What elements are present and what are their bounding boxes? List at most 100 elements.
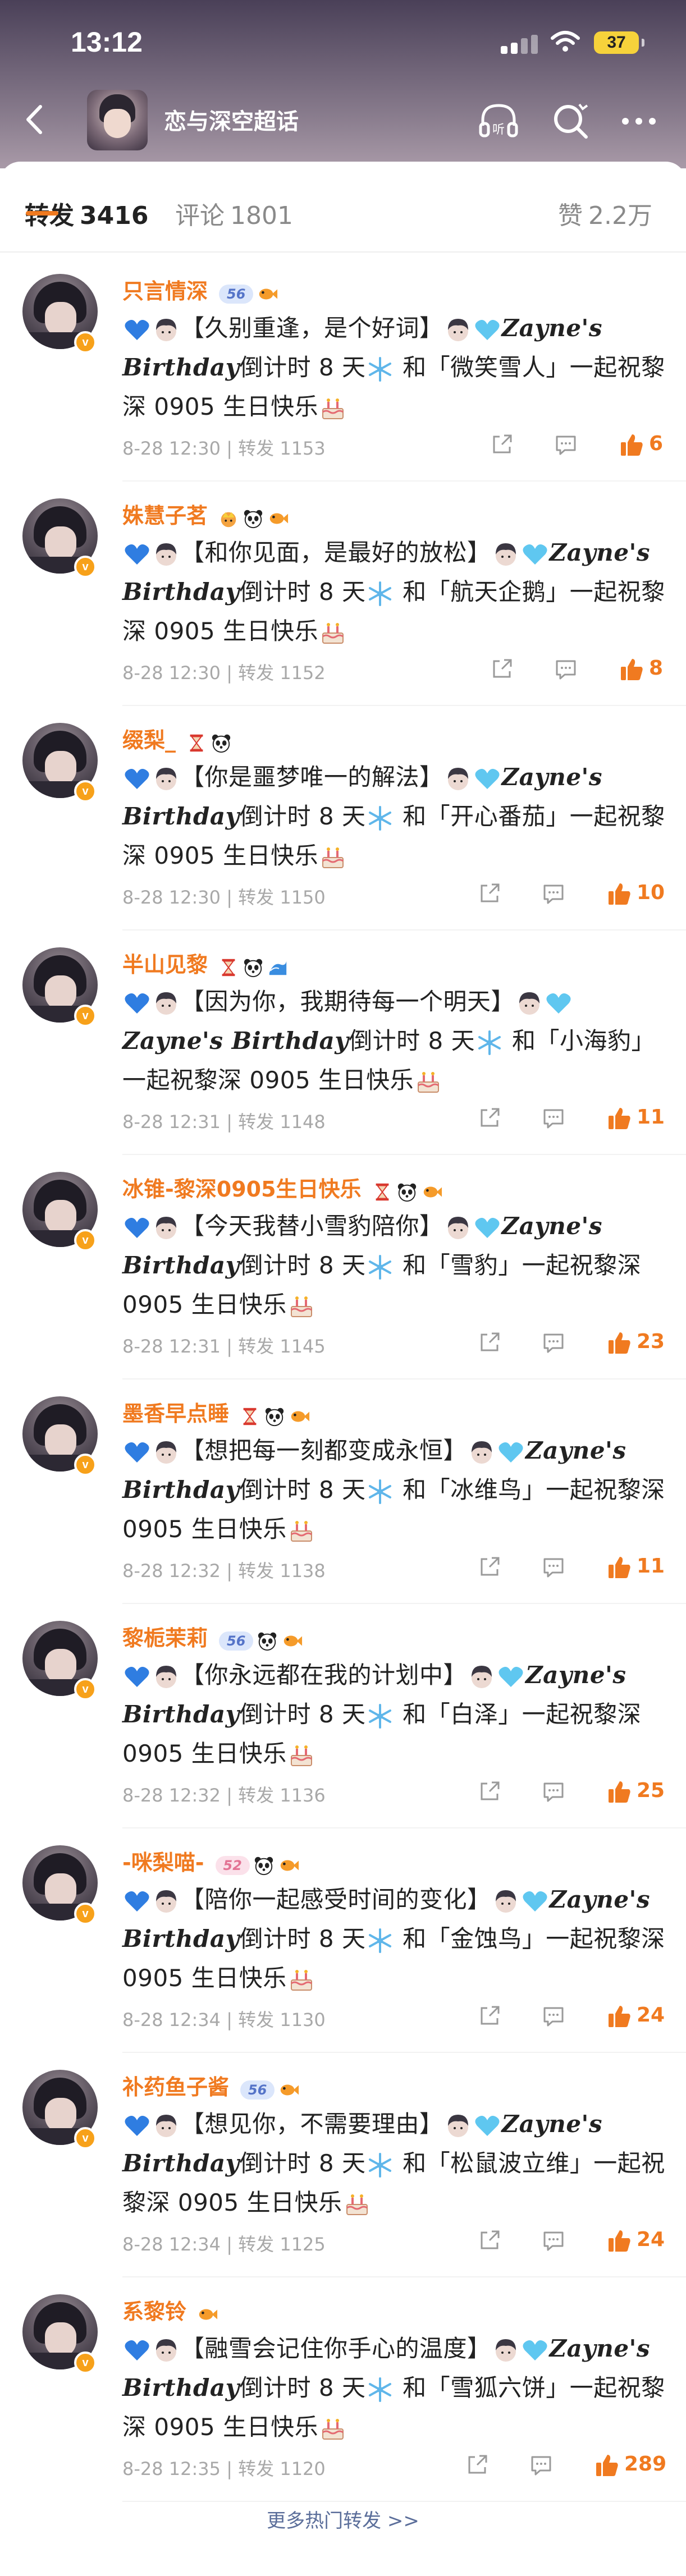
repost-item[interactable]: v 系黎铃 【融雪会记住你手心的温度】 Zayne's Birthday倒计时 8 天… — [0, 2277, 686, 2502]
repost-count: 1145 — [280, 1336, 326, 1357]
repost-item[interactable]: v 冰锥-黎深0905生日快乐 【今天我替小雪豹陪你】 Zayne's Birthda… — [0, 1155, 686, 1379]
like-icon[interactable] — [606, 2228, 632, 2254]
post-meta: 8-28 12:32 | 转发 1138 — [122, 1557, 326, 1583]
meta-space — [274, 887, 280, 908]
text-segment: 【因为你，我期待每一个明天】 — [181, 988, 515, 1015]
like-icon[interactable] — [606, 2004, 632, 2029]
username[interactable]: 只言情深 56 — [122, 274, 278, 305]
comment-icon[interactable] — [554, 657, 578, 681]
username-text[interactable]: 墨香早点睡 — [122, 1401, 229, 1426]
username[interactable]: 系黎铃 — [122, 2294, 218, 2326]
username-text[interactable]: 补药鱼子酱 — [122, 2075, 229, 2100]
repost-item[interactable]: v 缀梨_ 【你是噩梦唯一的解法】 Zayne's Birthday倒计时 8 天 和… — [0, 706, 686, 931]
navbar: 恋与深空超话 听 — [0, 84, 686, 157]
share-icon[interactable] — [477, 1779, 502, 1804]
share-icon[interactable] — [477, 2004, 502, 2028]
like-count[interactable]: 11 — [637, 1555, 665, 1578]
share-icon[interactable] — [490, 432, 514, 457]
username-text[interactable]: 半山见黎 — [122, 952, 208, 977]
like-count[interactable]: 8 — [649, 657, 663, 680]
tab-comments[interactable]: 评论 1801 — [175, 195, 293, 231]
username[interactable]: 墨香早点睡 — [122, 1396, 310, 1428]
listen-icon[interactable]: 听 — [476, 99, 521, 144]
comment-icon[interactable] — [541, 1106, 566, 1130]
like-icon[interactable] — [594, 2453, 620, 2478]
snowflake-icon — [365, 1252, 395, 1280]
like-count[interactable]: 24 — [637, 2228, 665, 2251]
post-meta: 8-28 12:32 | 转发 1136 — [122, 1781, 326, 1807]
like-count[interactable]: 24 — [637, 2004, 665, 2027]
panda-icon — [257, 1630, 278, 1652]
like-icon[interactable] — [606, 1555, 632, 1580]
username[interactable]: 缀梨_ — [122, 723, 232, 754]
share-icon[interactable] — [477, 881, 502, 906]
forum-avatar[interactable] — [87, 90, 148, 150]
share-icon[interactable] — [477, 1106, 502, 1130]
repost-item[interactable]: v 只言情深 56 【久别重逢，是个好词】 Zayne's Birthday倒计时 8 … — [0, 257, 686, 482]
more-icon[interactable] — [616, 99, 661, 144]
username-text[interactable]: 系黎铃 — [122, 2299, 186, 2324]
comment-icon[interactable] — [541, 2004, 566, 2028]
panda-icon — [243, 508, 264, 529]
user-badges — [236, 1403, 310, 1428]
comment-icon[interactable] — [541, 1330, 566, 1355]
like-count[interactable]: 6 — [649, 432, 663, 455]
share-icon[interactable] — [477, 1330, 502, 1355]
heart-icon — [544, 988, 573, 1015]
share-icon[interactable] — [477, 2228, 502, 2253]
search-icon[interactable] — [548, 99, 593, 144]
share-icon[interactable] — [477, 1555, 502, 1579]
like-icon[interactable] — [619, 657, 644, 682]
like-count[interactable]: 11 — [637, 1106, 665, 1129]
like-count[interactable]: 25 — [637, 1779, 665, 1802]
comment-icon[interactable] — [541, 2228, 566, 2253]
user-badges: 52 — [211, 1852, 299, 1877]
repost-item[interactable]: v 补药鱼子酱 56 【想见你，不需要理由】 Zayne's Birthday倒计时 8… — [0, 2053, 686, 2277]
username-text[interactable]: 冰锥-黎深0905生日快乐 — [122, 1177, 362, 1202]
back-arrow-icon[interactable] — [16, 100, 55, 139]
comment-icon[interactable] — [541, 881, 566, 906]
like-icon[interactable] — [606, 1106, 632, 1131]
username[interactable]: 半山见黎 — [122, 947, 289, 979]
forum-title[interactable]: 恋与深空超话 — [164, 103, 299, 136]
user-badges: 56 — [214, 1628, 303, 1652]
username-text[interactable]: 只言情深 — [122, 279, 208, 304]
comment-icon[interactable] — [541, 1779, 566, 1804]
tab-likes[interactable]: 赞 2.2万 — [558, 195, 652, 231]
like-count[interactable]: 23 — [637, 1330, 665, 1353]
like-count[interactable]: 289 — [624, 2453, 666, 2476]
username-text[interactable]: -咪梨喵- — [122, 1850, 204, 1875]
repost-item[interactable]: v 黎栀茉莉 56 【你永远都在我的计划中】 Zayne's Birthday倒计时 8… — [0, 1604, 686, 1828]
like-icon[interactable] — [606, 1779, 632, 1805]
repost-item[interactable]: v 姝慧子茗 【和你见面，是最好的放松】 Zayne's Birthday倒计时 8 … — [0, 482, 686, 706]
username-text[interactable]: 姝慧子茗 — [122, 503, 208, 528]
username-text[interactable]: 缀梨_ — [122, 728, 176, 753]
share-icon[interactable] — [490, 657, 514, 681]
like-icon[interactable] — [606, 881, 632, 907]
username[interactable]: 黎栀茉莉 56 — [122, 1621, 303, 1652]
repost-item[interactable]: v 墨香早点睡 【想把每一刻都变成永恒】 Zayne's Birthday倒计时 8 … — [0, 1379, 686, 1604]
repost-item[interactable]: v 半山见黎 【因为你，我期待每一个明天】 Zayne's Birthday倒计时 8… — [0, 931, 686, 1155]
username[interactable]: 补药鱼子酱 56 — [122, 2070, 299, 2101]
username[interactable]: 姝慧子茗 — [122, 498, 289, 530]
meta-space — [274, 1560, 280, 1582]
share-icon[interactable] — [465, 2453, 490, 2477]
comment-icon[interactable] — [541, 1555, 566, 1579]
divider — [0, 251, 686, 253]
comment-icon[interactable] — [554, 432, 578, 457]
timestamp: 8-28 12:30 — [122, 887, 221, 908]
repost-item[interactable]: v -咪梨喵- 52 【陪你一起感受时间的变化】 Zayne's Birthday倒计时… — [0, 1828, 686, 2053]
repost-count: 1153 — [280, 438, 326, 459]
like-icon[interactable] — [619, 432, 644, 458]
like-count[interactable]: 10 — [637, 881, 665, 904]
chibi-emoji-icon — [491, 1886, 520, 1913]
hourglass-icon — [372, 1181, 393, 1203]
username-text[interactable]: 黎栀茉莉 — [122, 1626, 208, 1651]
comment-icon[interactable] — [529, 2453, 554, 2477]
meta-space — [274, 438, 280, 459]
username[interactable]: -咪梨喵- 52 — [122, 1845, 299, 1877]
like-icon[interactable] — [606, 1330, 632, 1356]
more-reposts-link[interactable]: 更多热门转发 >> — [0, 2505, 686, 2533]
username[interactable]: 冰锥-黎深0905生日快乐 — [122, 1172, 442, 1203]
panda-icon — [211, 732, 232, 754]
